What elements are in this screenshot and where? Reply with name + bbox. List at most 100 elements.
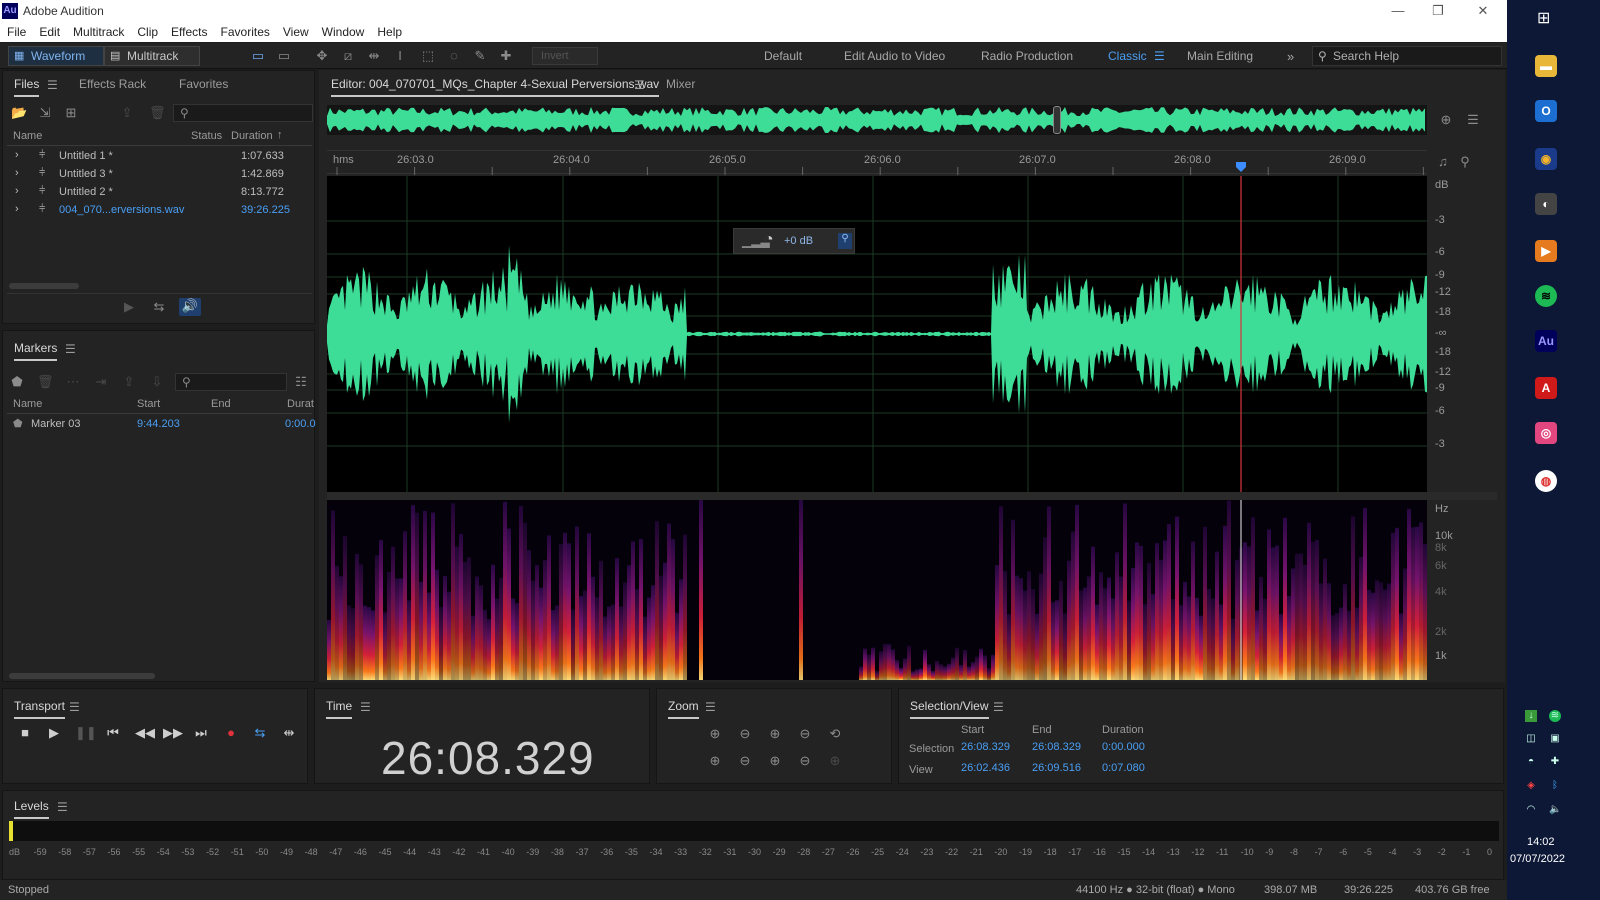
col-start[interactable]: Start bbox=[137, 398, 160, 410]
skip-selection-icon[interactable]: ⇹ bbox=[281, 725, 297, 741]
file-row[interactable]: › ⫩ Untitled 3 * 1:42.869 bbox=[7, 165, 312, 183]
file-row[interactable]: › ⫩ Untitled 1 * 1:07.633 bbox=[7, 147, 312, 165]
loop-playback-icon[interactable]: ⇆ bbox=[252, 725, 268, 741]
add-marker-icon[interactable]: ⬟ bbox=[9, 374, 25, 390]
brush-tool-icon[interactable]: ✎ bbox=[472, 48, 488, 64]
spectral-display[interactable] bbox=[327, 500, 1427, 680]
clock-time[interactable]: 14:02 bbox=[1527, 836, 1555, 848]
workspace-menu-icon[interactable]: ☰ bbox=[1154, 49, 1165, 63]
selection-duration[interactable]: 0:00.000 bbox=[1102, 741, 1145, 753]
restore-button[interactable]: ❐ bbox=[1423, 2, 1453, 20]
workspace-radio-production[interactable]: Radio Production bbox=[981, 49, 1073, 63]
files-search-input[interactable]: ⚲ bbox=[173, 104, 313, 122]
creative-cloud-icon[interactable]: ◎ bbox=[1535, 422, 1557, 444]
marquee-tool-icon[interactable]: ⬚ bbox=[420, 48, 436, 64]
zoom-to-selection-icon[interactable]: ⊕ bbox=[767, 753, 783, 769]
col-name[interactable]: Name bbox=[13, 398, 42, 410]
export-markers-icon[interactable]: ⇪ bbox=[121, 374, 137, 390]
zoom-disabled-icon[interactable]: ⊕ bbox=[827, 753, 843, 769]
headphones-icon[interactable]: ♫ bbox=[1435, 154, 1451, 170]
acrobat-icon[interactable]: A bbox=[1535, 377, 1557, 399]
tray-icon[interactable]: ▣ bbox=[1549, 733, 1561, 745]
menu-file[interactable]: File bbox=[0, 22, 32, 39]
zoom-selected-tracks-icon[interactable]: ⊖ bbox=[797, 753, 813, 769]
selection-start[interactable]: 26:08.329 bbox=[961, 741, 1010, 753]
display-splitter[interactable] bbox=[327, 492, 1497, 500]
expand-chevron-icon[interactable]: › bbox=[15, 149, 19, 161]
col-name[interactable]: Name bbox=[13, 130, 42, 142]
close-button[interactable]: ✕ bbox=[1468, 2, 1498, 20]
hud-gain-value[interactable]: +0 dB bbox=[784, 235, 813, 247]
chrome-icon[interactable]: ◍ bbox=[1535, 470, 1557, 492]
zoom-out-full-icon[interactable]: ⊖ bbox=[797, 726, 813, 742]
zoom-in-out-point-icon[interactable]: ⊕ bbox=[707, 753, 723, 769]
menu-view[interactable]: View bbox=[276, 22, 315, 39]
zoom-out-point-icon[interactable]: ⊖ bbox=[737, 753, 753, 769]
time-display[interactable]: 26:08.329 bbox=[381, 731, 595, 785]
col-duration[interactable]: Durat bbox=[287, 398, 314, 410]
zoom-in-amplitude-icon[interactable]: ⊕ bbox=[707, 726, 723, 742]
tray-spotify-icon[interactable]: ≋ bbox=[1549, 710, 1561, 722]
tab-files[interactable]: Files bbox=[14, 77, 40, 97]
time-menu-icon[interactable]: ☰ bbox=[360, 700, 371, 714]
overview-menu-icon[interactable]: ☰ bbox=[1465, 112, 1481, 128]
expand-chevron-icon[interactable]: › bbox=[15, 185, 19, 197]
media-player-icon[interactable]: ▶ bbox=[1535, 240, 1557, 262]
hud-pin-icon[interactable]: ⚲ bbox=[838, 233, 852, 249]
levels-menu-icon[interactable]: ☰ bbox=[57, 800, 68, 814]
tray-icon[interactable]: ◫ bbox=[1525, 733, 1537, 745]
waveform-view-button[interactable]: ▦ Waveform bbox=[8, 46, 104, 66]
minimize-button[interactable]: — bbox=[1383, 2, 1413, 20]
play-preview-icon[interactable]: ▶ bbox=[121, 299, 137, 315]
view-duration[interactable]: 0:07.080 bbox=[1102, 762, 1145, 774]
delete-marker-icon[interactable]: 🗑 bbox=[37, 374, 54, 390]
merge-markers-icon[interactable]: ⋯ bbox=[65, 374, 81, 390]
menu-multitrack[interactable]: Multitrack bbox=[66, 22, 130, 39]
import-file-icon[interactable]: ⇲ bbox=[37, 105, 53, 121]
tab-effects-rack[interactable]: Effects Rack bbox=[79, 77, 146, 91]
files-menu-icon[interactable]: ☰ bbox=[47, 78, 58, 92]
menu-effects[interactable]: Effects bbox=[164, 22, 213, 39]
insert-icon[interactable]: ⇪ bbox=[119, 105, 135, 121]
waveform-display[interactable] bbox=[327, 176, 1427, 492]
windows-start-icon[interactable]: ⊞ bbox=[1537, 10, 1555, 28]
play-icon[interactable]: ▶ bbox=[46, 725, 62, 741]
menu-window[interactable]: Window bbox=[315, 22, 371, 39]
col-end[interactable]: End bbox=[211, 398, 231, 410]
menu-favorites[interactable]: Favorites bbox=[214, 22, 276, 39]
zoom-tool-icon[interactable]: ⊕ bbox=[1438, 112, 1454, 128]
multitrack-view-button[interactable]: ▤ Multitrack bbox=[104, 46, 200, 66]
expand-chevron-icon[interactable]: › bbox=[15, 167, 19, 179]
fast-forward-icon[interactable]: ▶▶ bbox=[163, 725, 183, 741]
razor-tool-icon[interactable]: ⧄ bbox=[340, 48, 356, 64]
slip-tool-icon[interactable]: ⇹ bbox=[366, 48, 382, 64]
view-end[interactable]: 26:09.516 bbox=[1032, 762, 1081, 774]
marker-row[interactable]: ⬟ Marker 03 9:44.203 0:00.0 bbox=[7, 415, 316, 433]
view-start[interactable]: 26:02.436 bbox=[961, 762, 1010, 774]
zoom-reset-icon[interactable]: ⟲ bbox=[827, 726, 843, 742]
workspace-main-editing[interactable]: Main Editing bbox=[1187, 49, 1253, 63]
menu-edit[interactable]: Edit bbox=[32, 22, 66, 39]
move-tool-icon[interactable]: ✥ bbox=[314, 48, 330, 64]
transport-menu-icon[interactable]: ☰ bbox=[69, 700, 80, 714]
col-status[interactable]: Status bbox=[191, 130, 222, 142]
editor-menu-icon[interactable]: ☰ bbox=[634, 78, 645, 92]
time-selection-tool-icon[interactable]: I bbox=[392, 48, 408, 64]
menu-help[interactable]: Help bbox=[370, 22, 408, 39]
spotify-icon[interactable]: ≋ bbox=[1535, 285, 1557, 307]
bluetooth-icon[interactable]: ᛒ bbox=[1549, 780, 1561, 792]
hud-volume[interactable]: ▁▂▃ ◔ +0 dB ⚲ bbox=[733, 228, 855, 254]
volume-knob-icon[interactable]: ◔ bbox=[764, 231, 774, 249]
audition-taskbar-icon[interactable]: Au bbox=[1535, 330, 1557, 352]
zoom-menu-icon[interactable]: ☰ bbox=[705, 700, 716, 714]
search-help-input[interactable]: ⚲ Search Help bbox=[1312, 46, 1502, 66]
open-file-icon[interactable]: 📂 bbox=[11, 105, 27, 121]
workspace-classic[interactable]: Classic bbox=[1108, 49, 1147, 63]
auto-play-icon[interactable]: 🔊 bbox=[179, 298, 201, 316]
wifi-icon[interactable]: ◠ bbox=[1525, 804, 1537, 816]
batch-process-icon[interactable]: ⇩ bbox=[149, 374, 165, 390]
tray-icon[interactable]: ◈ bbox=[1525, 780, 1537, 792]
lasso-tool-icon[interactable]: ◌ bbox=[446, 48, 462, 64]
file-explorer-icon[interactable]: ▬ bbox=[1535, 55, 1557, 77]
app-icon[interactable]: ◐ bbox=[1535, 193, 1557, 215]
